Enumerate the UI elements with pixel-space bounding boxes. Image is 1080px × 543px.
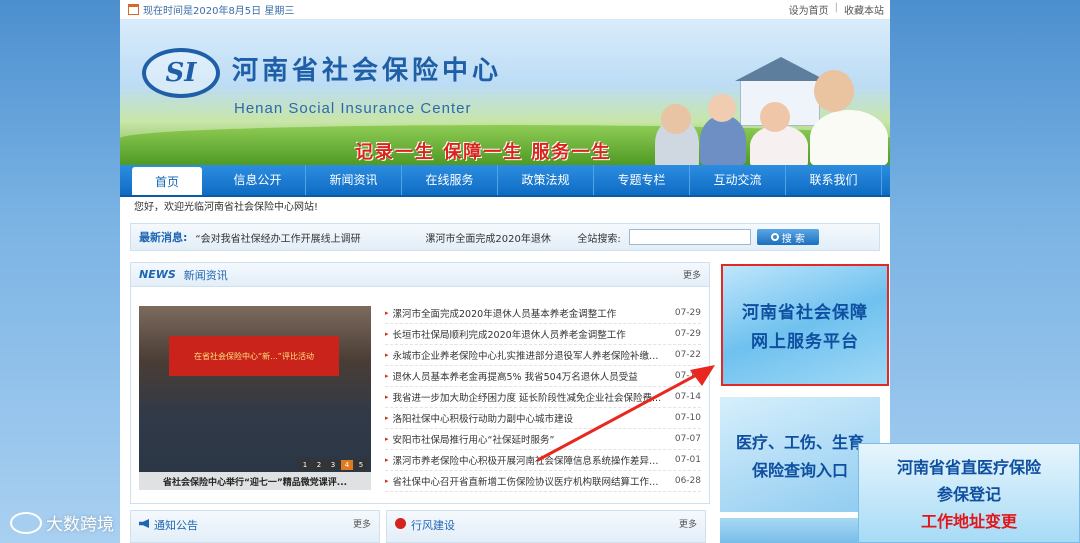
carousel-page-button[interactable]: 1 <box>299 460 311 470</box>
site-title-cn: 河南省社会保险中心 <box>232 56 503 86</box>
banner-person-image <box>661 104 691 134</box>
banner-person-image <box>708 94 736 122</box>
bullet-icon: ▸ <box>385 372 389 380</box>
news-ticker: 最新消息: “会对我省社保经办工作开展线上调研 漯河市全面完成2020年退休 全… <box>130 223 880 251</box>
floating-ad-address-change[interactable]: 河南省省直医疗保险 参保登记 工作地址变更 <box>858 443 1080 543</box>
news-more-link[interactable]: 更多 <box>683 268 701 281</box>
bullet-icon: ▸ <box>385 351 389 359</box>
banner-slogan: 记录一生 保障一生 服务一生 <box>355 142 612 163</box>
carousel-page-button[interactable]: 2 <box>313 460 325 470</box>
notice-section-header: 通知公告 更多 <box>130 510 380 543</box>
nav-item-contact[interactable]: 联系我们 <box>786 163 882 195</box>
float-ad-line-2: 参保登记 <box>936 485 1001 504</box>
news-item-title[interactable]: 长垣市社保局顺利完成2020年退休人员养老金调整工作 <box>393 327 667 341</box>
bullet-icon: ▸ <box>385 393 389 401</box>
search-label: 全站搜索: <box>577 233 621 245</box>
platform-line-2: 网上服务平台 <box>751 332 859 352</box>
nav-item-info-disclosure[interactable]: 信息公开 <box>210 163 306 195</box>
float-ad-line-1: 河南省省直医疗保险 <box>896 458 1041 477</box>
party-emblem-icon <box>395 518 406 529</box>
float-ad-line-3: 工作地址变更 <box>920 512 1017 531</box>
carousel-page-button[interactable]: 5 <box>355 460 367 470</box>
ticker-news-link[interactable]: “会对我省社保经办工作开展线上调研 <box>195 230 405 245</box>
conduct-title: 行风建设 <box>411 519 455 532</box>
news-title-cn: 新闻资讯 <box>183 268 228 282</box>
medical-line-1: 医疗、工伤、生育 <box>735 432 864 452</box>
news-item-date: 07-29 <box>674 329 701 339</box>
photo-stage-banner: 在省社会保险中心“新...”评比活动 <box>169 336 339 376</box>
conduct-more-link[interactable]: 更多 <box>679 517 697 530</box>
news-item-date: 07-22 <box>674 350 701 360</box>
bullet-icon: ▸ <box>385 435 389 443</box>
news-photo-carousel[interactable]: 在省社会保险中心“新...”评比活动 1 2 3 4 5 省社会保险中心举行“迎… <box>139 306 371 490</box>
banner-person-image <box>810 110 888 165</box>
top-links: 设为首页 | 收藏本站 <box>789 2 884 17</box>
ticker-label: 最新消息: <box>139 231 188 244</box>
list-item[interactable]: ▸ 省社保中心召开省直新增工伤保险协议医疗机构联网结算工作座... 06-28 <box>385 471 701 492</box>
si-logo[interactable]: SI <box>142 48 220 98</box>
news-item-title[interactable]: 省社保中心召开省直新增工伤保险协议医疗机构联网结算工作座... <box>393 474 667 488</box>
search-icon <box>770 233 779 241</box>
insurance-query-banner[interactable]: 医疗、工伤、生育 保险查询入口 <box>720 397 880 512</box>
welcome-text: 您好，欢迎光临河南省社会保险中心网站! <box>134 202 319 213</box>
right-banner-strip[interactable] <box>720 518 880 543</box>
site-title-en: Henan Social Insurance Center <box>234 100 472 117</box>
carousel-page-button[interactable]: 3 <box>327 460 339 470</box>
page-container: 现在时间是2020年8月5日 星期三 设为首页 | 收藏本站 SI 河南省社会保… <box>120 0 890 543</box>
list-item[interactable]: ▸ 漯河市全面完成2020年退休人员基本养老金调整工作 07-29 <box>385 303 701 324</box>
date-display: 现在时间是2020年8月5日 星期三 <box>128 2 294 17</box>
logo-text: SI <box>165 58 197 88</box>
news-item-date: 06-28 <box>674 476 701 486</box>
photo-caption[interactable]: 省社会保险中心举行“迎七一”精品微党课评... <box>139 472 371 490</box>
watermark-logo-icon <box>10 511 42 534</box>
bullet-icon: ▸ <box>385 414 389 422</box>
bullet-icon: ▸ <box>385 330 389 338</box>
carousel-page-button[interactable]: 4 <box>341 460 353 470</box>
search-button-label: 搜 索 <box>781 233 805 245</box>
notice-more-link[interactable]: 更多 <box>353 517 371 530</box>
carousel-pager: 1 2 3 4 5 <box>299 460 367 470</box>
medical-line-2: 保险查询入口 <box>751 460 848 480</box>
nav-item-topics[interactable]: 专题专栏 <box>594 163 690 195</box>
header-banner: SI 河南省社会保险中心 Henan Social Insurance Cent… <box>120 20 890 165</box>
bullet-icon: ▸ <box>385 456 389 464</box>
banner-person-image <box>814 70 854 112</box>
set-home-link[interactable]: 设为首页 <box>789 2 829 17</box>
nav-item-news[interactable]: 新闻资讯 <box>306 163 402 195</box>
list-item[interactable]: ▸ 长垣市社保局顺利完成2020年退休人员养老金调整工作 07-29 <box>385 324 701 345</box>
bullet-icon: ▸ <box>385 309 389 317</box>
conduct-section-header: 行风建设 更多 <box>386 510 706 543</box>
nav-item-online-service[interactable]: 在线服务 <box>402 163 498 195</box>
main-nav: 首页 信息公开 新闻资讯 在线服务 政策法规 专题专栏 互动交流 联系我们 <box>120 163 890 197</box>
banner-person-image <box>760 102 790 132</box>
platform-line-1: 河南省社会保障 <box>742 303 868 323</box>
watermark-text: 大数跨境 <box>46 515 114 535</box>
nav-item-policy[interactable]: 政策法规 <box>498 163 594 195</box>
ticker-news-link[interactable]: 漯河市全面完成2020年退休 <box>425 230 565 245</box>
red-arrow-annotation <box>537 365 715 462</box>
nav-item-home[interactable]: 首页 <box>132 167 202 195</box>
nav-item-interaction[interactable]: 互动交流 <box>690 163 786 195</box>
news-item-date: 07-29 <box>674 308 701 318</box>
watermark: 大数跨境 <box>10 510 114 535</box>
calendar-icon <box>128 4 139 15</box>
top-links-separator: | <box>834 2 838 13</box>
news-item-title[interactable]: 漯河市全面完成2020年退休人员基本养老金调整工作 <box>393 306 667 320</box>
news-header: NEWS 新闻资讯 更多 <box>131 263 709 287</box>
date-text: 现在时间是2020年8月5日 星期三 <box>143 6 295 17</box>
banner-person-image <box>700 115 746 165</box>
online-service-platform-banner[interactable]: 河南省社会保障 网上服务平台 <box>721 264 889 386</box>
notice-title: 通知公告 <box>154 519 198 532</box>
search-button[interactable]: 搜 索 <box>756 229 819 245</box>
search-input[interactable] <box>628 229 751 245</box>
bookmark-link[interactable]: 收藏本站 <box>844 2 884 17</box>
speaker-icon <box>139 519 149 528</box>
news-title-en: NEWS <box>139 268 176 281</box>
bullet-icon: ▸ <box>385 477 389 485</box>
top-bar: 现在时间是2020年8月5日 星期三 设为首页 | 收藏本站 <box>120 0 890 20</box>
